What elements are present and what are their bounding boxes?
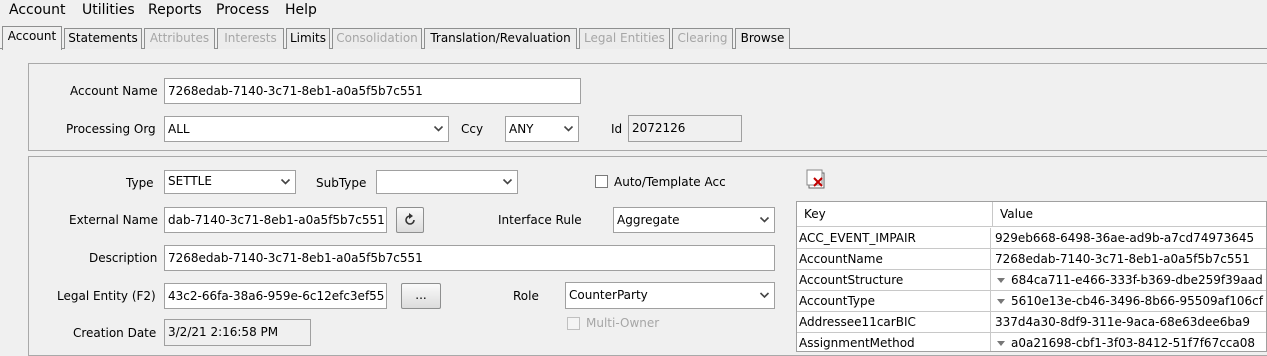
chevron-down-icon xyxy=(280,178,291,185)
row-value[interactable]: 7268edab-7140-3c71-8eb1-a0a5f5b7c551 xyxy=(995,249,1266,269)
multi-owner-label: Multi-Owner xyxy=(586,316,660,330)
row-key: ACC_EVENT_IMPAIR xyxy=(799,228,991,248)
id-field: 2072126 xyxy=(628,115,742,142)
chevron-down-icon xyxy=(433,125,444,132)
chevron-down-icon xyxy=(759,292,770,299)
legal-entity-label: Legal Entity (F2) xyxy=(57,289,156,303)
row-value[interactable]: 337d4a30-8df9-311e-9aca-68e63dee6ba9 xyxy=(995,312,1266,332)
description-input[interactable]: 7268edab-7140-3c71-8eb1-a0a5f5b7c551 xyxy=(164,245,775,271)
tab-interests[interactable]: Interests xyxy=(217,28,284,49)
table-row[interactable]: ACC_EVENT_IMPAIR 929eb668-6498-36ae-ad9b-… xyxy=(797,228,1266,249)
tab-browse[interactable]: Browse xyxy=(735,28,790,49)
account-name-label: Account Name xyxy=(70,84,158,98)
menu-reports[interactable]: Reports xyxy=(148,2,202,19)
multi-owner-checkbox[interactable] xyxy=(567,317,580,330)
tab-account[interactable]: Account xyxy=(2,26,62,50)
processing-org-select[interactable]: ALL xyxy=(164,116,449,142)
row-key: AccountType xyxy=(799,291,991,311)
processing-org-value: ALL xyxy=(168,122,190,136)
auto-template-label: Auto/Template Acc xyxy=(614,175,726,189)
menu-utilities[interactable]: Utilities xyxy=(82,2,135,19)
menu-account[interactable]: Account xyxy=(9,2,66,19)
external-name-input[interactable]: dab-7140-3c71-8eb1-a0a5f5b7c551 xyxy=(164,207,387,233)
row-value-text: 5610e13e-cb46-3496-8b66-95509af106cf xyxy=(1011,294,1263,308)
interface-rule-select[interactable]: Aggregate xyxy=(613,207,775,233)
tab-limits[interactable]: Limits xyxy=(286,28,330,49)
chevron-down-icon xyxy=(759,216,770,223)
row-key: AccountName xyxy=(799,249,991,269)
id-label: Id xyxy=(611,122,623,136)
auto-template-checkbox[interactable] xyxy=(595,175,608,188)
tab-statements[interactable]: Statements xyxy=(64,28,142,49)
row-key: AccountStructure xyxy=(799,270,991,290)
account-name-input[interactable]: 7268edab-7140-3c71-8eb1-a0a5f5b7c551 xyxy=(164,78,581,104)
row-value-text: 929eb668-6498-36ae-ad9b-a7cd74973645 xyxy=(995,231,1255,245)
dropdown-arrow-icon[interactable] xyxy=(997,340,1005,346)
processing-org-label: Processing Org xyxy=(66,122,156,136)
ccy-select[interactable]: ANY xyxy=(505,116,579,142)
delete-attribute-icon[interactable] xyxy=(806,168,828,190)
column-header-key[interactable]: Key xyxy=(797,202,993,227)
type-value: SETTLE xyxy=(168,174,212,188)
interface-rule-label: Interface Rule xyxy=(498,213,582,227)
refresh-icon xyxy=(405,213,415,225)
table-row[interactable]: AccountStructure 684ca711-e466-333f-b369-… xyxy=(797,270,1266,291)
row-value[interactable]: 929eb668-6498-36ae-ad9b-a7cd74973645 xyxy=(995,228,1266,248)
row-value[interactable]: a0a21698-cbf1-3f03-8412-51f7f67cca08 xyxy=(995,333,1266,351)
refresh-button[interactable] xyxy=(396,207,424,233)
role-value: CounterParty xyxy=(569,288,648,302)
row-value-text: 337d4a30-8df9-311e-9aca-68e63dee6ba9 xyxy=(995,315,1250,329)
type-select[interactable]: SETTLE xyxy=(164,170,296,194)
table-row[interactable]: AccountName 7268edab-7140-3c71-8eb1-a0a5f… xyxy=(797,249,1266,270)
tab-consolidation[interactable]: Consolidation xyxy=(332,28,422,49)
external-name-label: External Name xyxy=(69,213,159,227)
menu-help[interactable]: Help xyxy=(285,2,317,19)
role-select[interactable]: CounterParty xyxy=(565,282,775,309)
subtype-select[interactable] xyxy=(376,170,518,194)
menu-process[interactable]: Process xyxy=(216,2,269,19)
role-label: Role xyxy=(513,289,539,303)
interface-rule-value: Aggregate xyxy=(617,213,680,227)
row-value[interactable]: 684ca711-e466-333f-b369-dbe259f39aad xyxy=(995,270,1266,290)
attributes-table: Key Value ACC_EVENT_IMPAIR 929eb668-6498-… xyxy=(796,201,1267,352)
ccy-label: Ccy xyxy=(461,122,484,136)
row-value-text: a0a21698-cbf1-3f03-8412-51f7f67cca08 xyxy=(1011,336,1256,350)
subtype-label: SubType xyxy=(316,176,367,190)
row-key: AssignmentMethod xyxy=(799,333,991,351)
chevron-down-icon xyxy=(563,125,574,132)
table-row[interactable]: Addressee11carBIC 337d4a30-8df9-311e-9aca… xyxy=(797,312,1266,333)
description-label: Description xyxy=(89,251,158,265)
legal-entity-chooser-button[interactable]: ... xyxy=(401,283,441,309)
table-row[interactable]: AssignmentMethod a0a21698-cbf1-3f03-8412-… xyxy=(797,333,1266,351)
type-label: Type xyxy=(126,176,154,190)
tab-legal-entities[interactable]: Legal Entities xyxy=(579,28,670,49)
column-header-value[interactable]: Value xyxy=(993,202,1266,227)
tab-attributes[interactable]: Attributes xyxy=(144,28,215,49)
dropdown-arrow-icon[interactable] xyxy=(997,298,1005,304)
legal-entity-input[interactable]: 43c2-66fa-38a6-959e-6c12efc3ef55 xyxy=(164,283,387,309)
row-value-text: 7268edab-7140-3c71-8eb1-a0a5f5b7c551 xyxy=(995,252,1250,266)
tab-translation-revaluation[interactable]: Translation/Revaluation xyxy=(424,28,577,49)
dropdown-arrow-icon[interactable] xyxy=(997,277,1005,283)
tab-clearing[interactable]: Clearing xyxy=(672,28,733,49)
row-value-text: 684ca711-e466-333f-b369-dbe259f39aad xyxy=(1011,273,1263,287)
row-key: Addressee11carBIC xyxy=(799,312,991,332)
ccy-value: ANY xyxy=(509,122,534,136)
table-row[interactable]: AccountType 5610e13e-cb46-3496-8b66-95509… xyxy=(797,291,1266,312)
row-value[interactable]: 5610e13e-cb46-3496-8b66-95509af106cf xyxy=(995,291,1266,311)
creation-date-field: 3/2/21 2:16:58 PM xyxy=(164,319,311,346)
chevron-down-icon xyxy=(502,178,513,185)
creation-date-label: Creation Date xyxy=(73,326,157,340)
menu-bar: Account Utilities Reports Process Help xyxy=(0,0,1267,22)
